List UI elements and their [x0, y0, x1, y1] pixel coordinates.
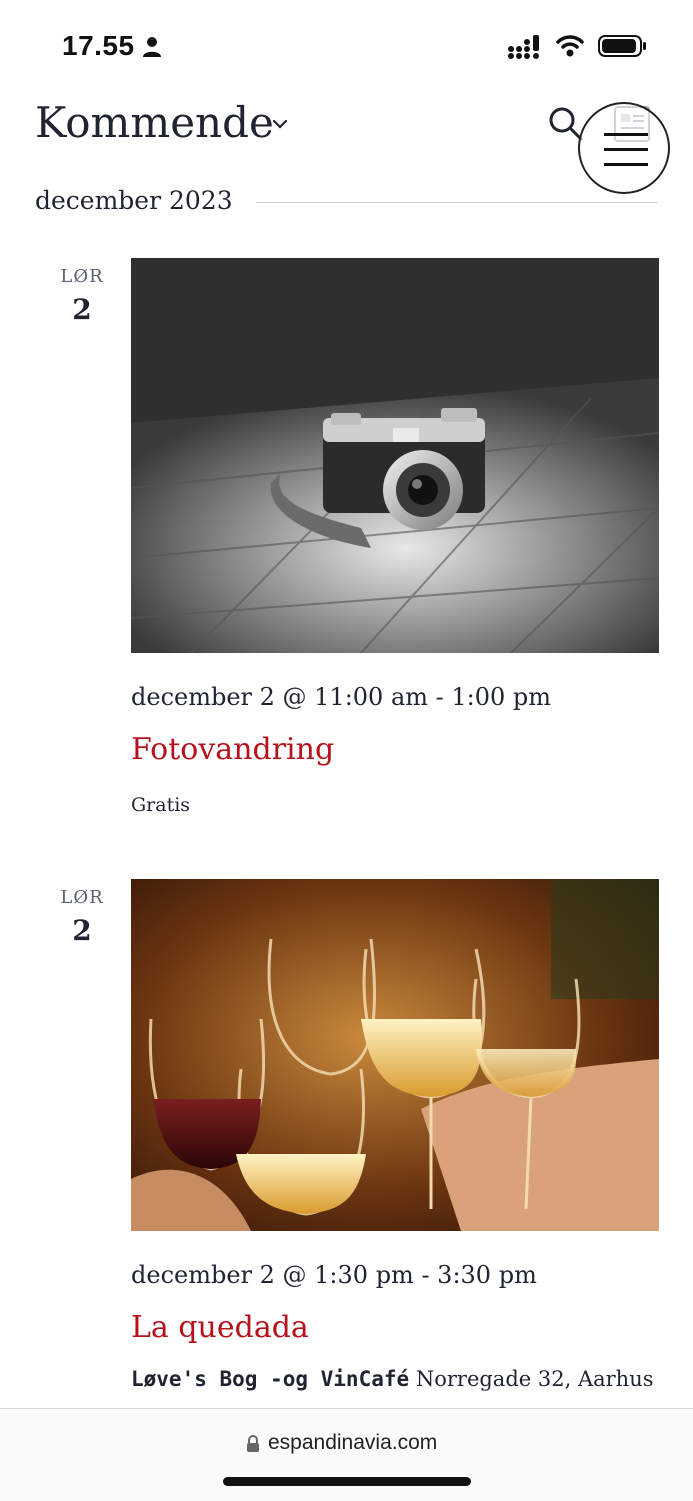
url-text[interactable]: espandinavia.com: [268, 1431, 437, 1455]
browser-address-bar[interactable]: espandinavia.com: [0, 1408, 693, 1501]
cellular-signal-icon: [508, 35, 539, 59]
event-day-of-week: LØR: [60, 266, 104, 287]
event-title-link[interactable]: Fotovandring: [131, 732, 334, 767]
venue-address: Norregade 32, Aarhus: [415, 1367, 654, 1391]
event-title-link[interactable]: La quedada: [131, 1310, 309, 1345]
wine-toast-photo: [131, 879, 659, 1231]
event-day-number: 2: [72, 293, 92, 326]
calendar-header: Kommende: [0, 90, 693, 194]
event-datetime: december 2 @ 1:30 pm - 3:30 pm: [131, 1261, 537, 1289]
month-label: december 2023: [35, 186, 233, 215]
camera-photo: [131, 258, 659, 653]
event-date-tag: LØR 2: [60, 266, 104, 326]
event-venue: Løve's Bog -og VinCafé Norregade 32, Aar…: [131, 1367, 654, 1391]
month-separator: december 2023: [35, 186, 658, 222]
lock-icon: [247, 1435, 259, 1452]
venue-name[interactable]: Løve's Bog -og VinCafé: [131, 1367, 409, 1391]
event-datetime: december 2 @ 11:00 am - 1:00 pm: [131, 683, 552, 711]
event-day-of-week: LØR: [60, 887, 104, 908]
wifi-icon: [556, 35, 584, 57]
event-item: LØR 2: [0, 258, 693, 838]
view-selector-title[interactable]: Kommende: [35, 98, 274, 147]
battery-icon: [598, 35, 646, 57]
menu-icon: [604, 133, 648, 136]
chevron-down-icon[interactable]: [272, 118, 288, 130]
status-time: 17.55: [62, 30, 135, 61]
event-day-number: 2: [72, 914, 92, 947]
event-image-wine[interactable]: [131, 879, 659, 1231]
divider: [256, 202, 658, 203]
hamburger-menu-button[interactable]: [578, 102, 670, 194]
event-item: LØR 2: [0, 879, 693, 1399]
status-bar: 17.55: [0, 0, 693, 90]
person-icon: [143, 37, 161, 57]
event-date-tag: LØR 2: [60, 887, 104, 947]
event-image-camera[interactable]: [131, 258, 659, 653]
home-indicator[interactable]: [223, 1477, 471, 1486]
event-cost: Gratis: [131, 794, 191, 816]
